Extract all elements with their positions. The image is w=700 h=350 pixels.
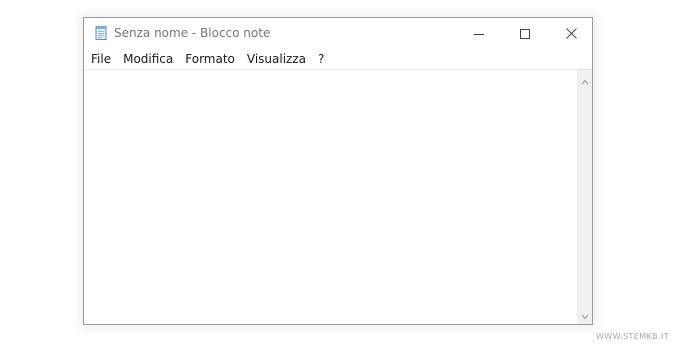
menu-modifica[interactable]: Modifica bbox=[117, 49, 179, 69]
chevron-up-icon bbox=[581, 70, 589, 89]
menu-bar: File Modifica Formato Visualizza ? bbox=[84, 49, 592, 69]
watermark-text: WWW.STEMKB.IT bbox=[596, 332, 670, 341]
menu-formato[interactable]: Formato bbox=[179, 49, 241, 69]
close-icon bbox=[565, 24, 577, 43]
minimize-icon bbox=[474, 24, 484, 43]
notepad-window: Senza nome - Blocco note File Modifica F… bbox=[83, 17, 593, 325]
menu-visualizza[interactable]: Visualizza bbox=[241, 49, 312, 69]
maximize-button[interactable] bbox=[502, 18, 548, 49]
scroll-up-button[interactable] bbox=[577, 72, 592, 87]
chevron-down-icon bbox=[581, 305, 589, 324]
maximize-icon bbox=[520, 24, 530, 43]
window-title: Senza nome - Blocco note bbox=[114, 26, 271, 40]
menu-help[interactable]: ? bbox=[312, 49, 330, 69]
menu-file[interactable]: File bbox=[84, 49, 117, 69]
vertical-scrollbar[interactable] bbox=[577, 69, 592, 324]
text-editor-area[interactable] bbox=[84, 69, 577, 324]
scroll-down-button[interactable] bbox=[577, 307, 592, 322]
notepad-icon bbox=[93, 25, 109, 41]
title-bar[interactable]: Senza nome - Blocco note bbox=[84, 18, 592, 49]
close-button[interactable] bbox=[548, 18, 594, 49]
minimize-button[interactable] bbox=[456, 18, 502, 49]
